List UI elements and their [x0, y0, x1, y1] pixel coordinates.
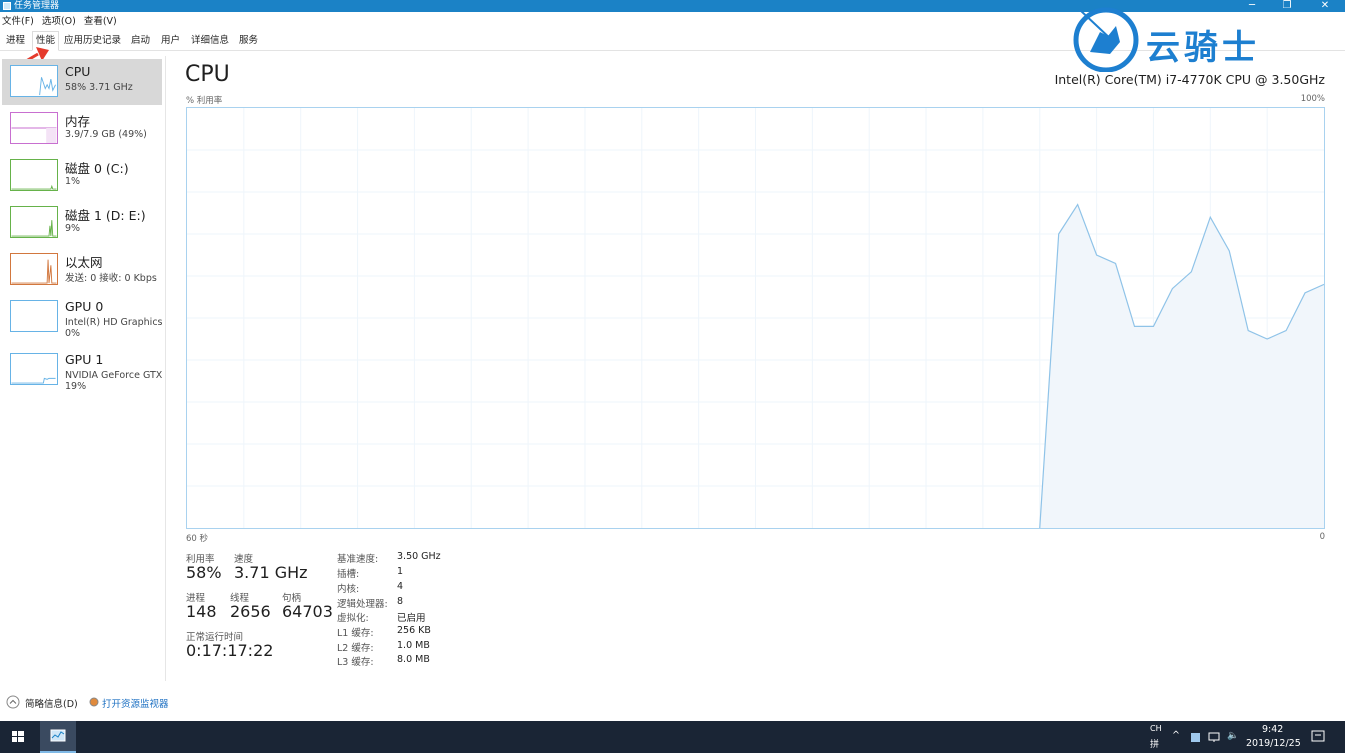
window-title: 任务管理器 [14, 1, 60, 11]
resource-sidebar: CPU 58% 3.71 GHz 内存 3.9/7.9 GB (49%) 磁盘 … [0, 56, 166, 681]
task-manager-icon [3, 2, 11, 10]
task-manager-taskbar-icon [50, 729, 66, 742]
sidebar-item-title: CPU [65, 64, 91, 79]
ime-mode[interactable]: 拼 [1150, 737, 1159, 750]
detail-key: 内核: [337, 584, 360, 595]
sidebar-item-title: GPU 1 [65, 352, 104, 367]
menu-file[interactable]: 文件(F) [2, 14, 34, 30]
sidebar-item-disk-1[interactable]: 磁盘 1 (D: E:) 9% [2, 200, 162, 246]
detail-value: 8.0 MB [397, 654, 430, 665]
tab-startup[interactable]: 启动 [128, 32, 153, 50]
disk-1-thumbnail-graph [10, 206, 58, 238]
detail-key: 插槽: [337, 569, 360, 580]
memory-thumbnail-graph [10, 112, 58, 144]
y-axis-label: % 利用率 [186, 96, 223, 106]
menu-bar: 文件(F) 选项(O) 查看(V) [0, 14, 120, 30]
task-manager-taskbar-button[interactable] [40, 721, 76, 753]
detail-value: 8 [397, 596, 404, 607]
uptime-value: 0:17:17:22 [186, 641, 274, 660]
taskbar: CH 拼 ^ 🔈 9:42 2019/12/25 [0, 721, 1345, 753]
cpu-utilization-chart [186, 107, 1325, 529]
sidebar-item-title: 以太网 [65, 255, 103, 270]
tab-users[interactable]: 用户 [158, 32, 183, 50]
gpu-0-thumbnail-graph [10, 300, 58, 332]
knight-logo-icon [1073, 7, 1139, 72]
sidebar-item-sub: Intel(R) HD Graphics 4 [65, 317, 165, 328]
utilization-value: 58% [186, 563, 222, 582]
sidebar-item-gpu-1[interactable]: GPU 1 NVIDIA GeForce GTX 19% [2, 347, 162, 393]
windows-start-icon[interactable] [0, 721, 36, 753]
close-button[interactable]: ✕ [1305, 0, 1345, 12]
detail-value: 3.50 GHz [397, 551, 441, 562]
y-axis-max-label: 100% [1300, 94, 1325, 104]
process-value: 148 [186, 602, 217, 621]
sidebar-item-sub: 发送: 0 接收: 0 Kbps [65, 273, 157, 284]
sidebar-item-title: 磁盘 0 (C:) [65, 161, 129, 176]
sidebar-item-memory[interactable]: 内存 3.9/7.9 GB (49%) [2, 106, 162, 152]
watermark-text: 云骑士 [1146, 28, 1260, 68]
resource-monitor-icon [89, 697, 99, 707]
page-title: CPU [185, 62, 230, 87]
handle-value: 64703 [282, 602, 333, 621]
gpu-1-thumbnail-graph [10, 353, 58, 385]
open-resource-monitor-link[interactable]: 打开资源监视器 [102, 696, 169, 710]
detail-value: 256 KB [397, 625, 431, 636]
clock-date[interactable]: 2019/12/25 [1246, 738, 1301, 749]
sidebar-item-ethernet[interactable]: 以太网 发送: 0 接收: 0 Kbps [2, 247, 162, 293]
detail-key: 基准速度: [337, 554, 379, 565]
cpu-model-name: Intel(R) Core(TM) i7-4770K CPU @ 3.50GHz [1054, 72, 1325, 87]
detail-key: L3 缓存: [337, 657, 374, 668]
volume-icon[interactable]: 🔈 [1227, 730, 1239, 741]
detail-value: 4 [397, 581, 404, 592]
sidebar-item-sub: NVIDIA GeForce GTX [65, 370, 163, 381]
detail-key: L1 缓存: [337, 628, 374, 639]
ethernet-thumbnail-graph [10, 253, 58, 285]
chevron-up-icon[interactable] [6, 695, 20, 709]
detail-key: 逻辑处理器: [337, 599, 388, 610]
tray-chevron-up-icon[interactable]: ^ [1172, 730, 1180, 741]
detail-key: 虚拟化: [337, 613, 369, 624]
sidebar-item-sub: 1% [65, 176, 81, 187]
sidebar-item-title: GPU 0 [65, 299, 104, 314]
detail-value: 已启用 [397, 613, 426, 624]
sidebar-item-disk-0[interactable]: 磁盘 0 (C:) 1% [2, 153, 162, 199]
thread-value: 2656 [230, 602, 271, 621]
sidebar-item-sub: 58% 3.71 GHz [65, 82, 133, 93]
sidebar-item-sub: 3.9/7.9 GB (49%) [65, 129, 147, 140]
tab-services[interactable]: 服务 [236, 32, 261, 50]
x-axis-right-label: 0 [1319, 532, 1325, 542]
speed-value: 3.71 GHz [234, 563, 308, 582]
cpu-area-fill [1039, 204, 1324, 528]
menu-view[interactable]: 查看(V) [84, 14, 117, 30]
sidebar-item-cpu[interactable]: CPU 58% 3.71 GHz [2, 59, 162, 105]
sidebar-item-title: 磁盘 1 (D: E:) [65, 208, 146, 223]
tab-app-history[interactable]: 应用历史记录 [61, 32, 124, 50]
footer-bar: 简略信息(D) 打开资源监视器 [0, 690, 1345, 716]
clock-time[interactable]: 9:42 [1262, 724, 1283, 735]
detail-key: L2 缓存: [337, 643, 374, 654]
sidebar-item-gpu-0[interactable]: GPU 0 Intel(R) HD Graphics 4 0% [2, 294, 165, 340]
network-icon[interactable] [1208, 731, 1222, 743]
detail-value: 1.0 MB [397, 640, 430, 651]
sidebar-item-sub2: 0% [65, 328, 81, 339]
ime-indicator[interactable]: CH [1150, 724, 1162, 733]
notification-icon[interactable] [1311, 730, 1325, 744]
cpu-chart-svg [187, 108, 1325, 529]
x-axis-left-label: 60 秒 [186, 534, 209, 544]
menu-options[interactable]: 选项(O) [42, 14, 76, 30]
sidebar-item-sub: 9% [65, 223, 81, 234]
cpu-thumbnail-graph [10, 65, 58, 97]
sidebar-item-title: 内存 [65, 114, 91, 129]
yunqishi-watermark-logo: 云骑士 [1070, 2, 1310, 72]
brief-info-link[interactable]: 简略信息(D) [25, 696, 78, 710]
detail-value: 1 [397, 566, 404, 577]
disk-0-thumbnail-graph [10, 159, 58, 191]
tab-details[interactable]: 详细信息 [188, 32, 232, 50]
sidebar-item-sub2: 19% [65, 381, 87, 392]
battery-icon[interactable] [1190, 731, 1202, 743]
